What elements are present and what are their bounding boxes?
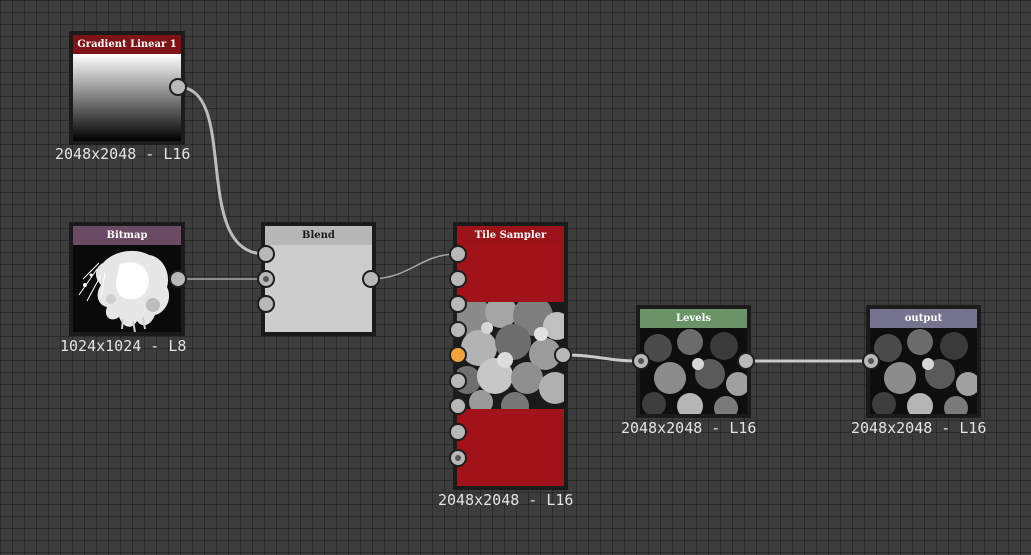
tile-sampler-thumbnail [457,302,564,409]
input-port[interactable] [862,352,880,370]
wire-gradient-to-blend[interactable] [177,85,266,256]
input-port-8[interactable] [449,423,467,441]
node-body [457,245,564,486]
blend-node[interactable]: Blend [261,222,376,336]
input-port-2[interactable] [449,270,467,288]
output-port[interactable] [169,270,187,288]
levels-node[interactable]: Levels [636,305,751,418]
input-port-5-active[interactable] [449,346,467,364]
foreground-input-port[interactable] [257,245,275,263]
bitmap-node[interactable]: Bitmap [69,222,185,336]
wire-tile-sampler-to-levels[interactable] [562,353,641,363]
bitmap-thumbnail-image [73,245,181,332]
node-title: Levels [640,309,747,328]
node-title: output [870,309,977,328]
node-thumbnail [73,54,181,141]
input-port-9[interactable] [449,449,467,467]
output-port[interactable] [737,352,755,370]
node-thumbnail [870,328,977,414]
input-port-1[interactable] [449,245,467,263]
resolution-label: 1024x1024 - L8 [60,337,187,355]
resolution-label: 2048x2048 - L16 [851,419,987,437]
node-thumbnail [73,245,181,332]
tile-sampler-node[interactable]: Tile Sampler [453,222,568,490]
output-port[interactable] [169,78,187,96]
input-port-4[interactable] [449,321,467,339]
input-port-6[interactable] [449,372,467,390]
output-node[interactable]: output [866,305,981,418]
levels-thumbnail-image [640,328,747,414]
input-port-3[interactable] [449,295,467,313]
node-body [265,245,372,332]
gradient-linear-node[interactable]: Gradient Linear 1 [69,31,185,145]
resolution-label: 2048x2048 - L16 [438,491,574,509]
node-title: Gradient Linear 1 [73,35,181,54]
node-thumbnail [640,328,747,414]
output-port[interactable] [554,346,572,364]
node-title: Bitmap [73,226,181,245]
output-port[interactable] [362,270,380,288]
background-input-port[interactable] [257,270,275,288]
resolution-label: 2048x2048 - L16 [55,145,191,163]
node-title: Blend [265,226,372,245]
mask-input-port[interactable] [257,295,275,313]
resolution-label: 2048x2048 - L16 [621,419,757,437]
input-port[interactable] [632,352,650,370]
output-thumbnail-image [870,328,977,414]
input-port-7[interactable] [449,397,467,415]
wire-blend-to-tile-sampler[interactable] [369,253,458,280]
node-title: Tile Sampler [457,226,564,245]
